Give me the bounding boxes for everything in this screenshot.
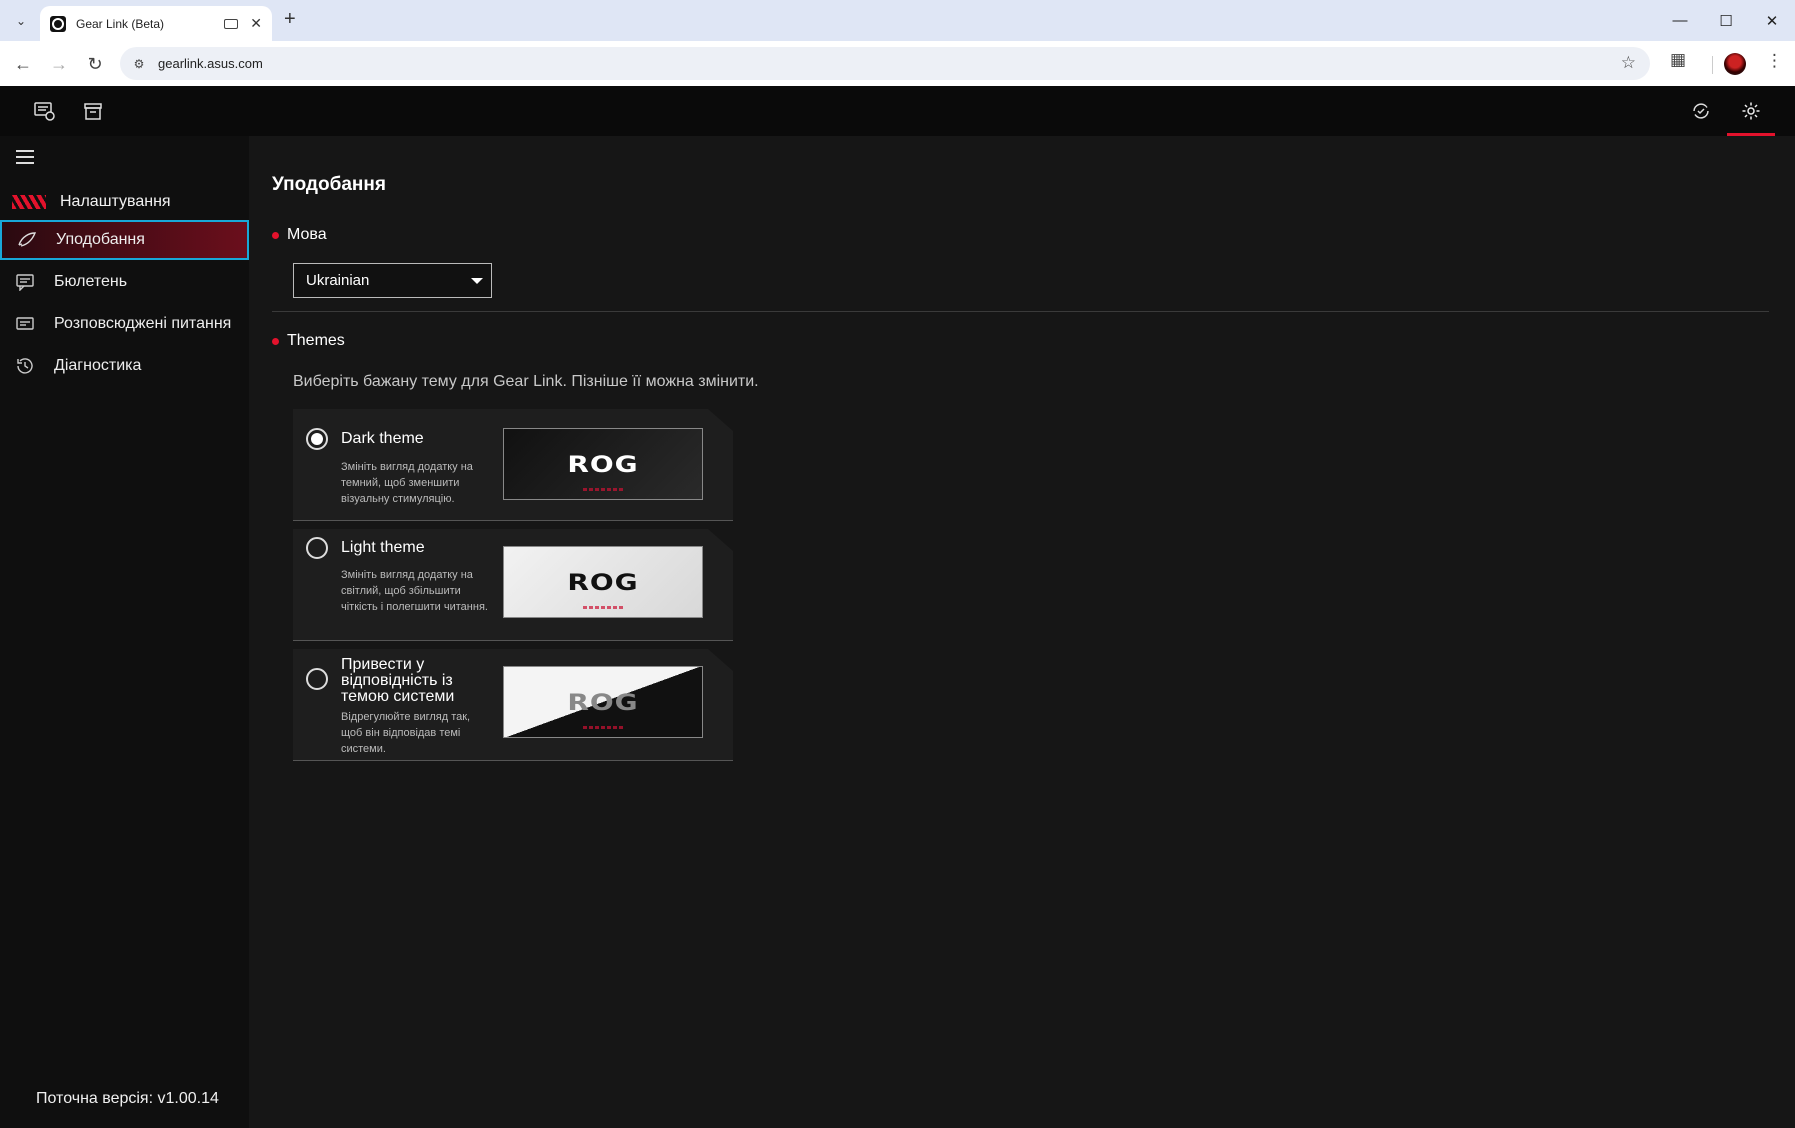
history-icon bbox=[14, 356, 36, 376]
reload-icon[interactable]: ↻ bbox=[82, 51, 108, 77]
tab-close-icon[interactable]: ✕ bbox=[250, 15, 262, 32]
main-content: Уподобання Мова Ukrainian Themes Виберіт… bbox=[249, 136, 1795, 1128]
sidebar-item-preferences[interactable]: Уподобання bbox=[0, 220, 249, 260]
rog-tagline-mark bbox=[583, 488, 623, 491]
minimize-icon[interactable]: — bbox=[1657, 0, 1703, 41]
rog-stripes-icon bbox=[12, 195, 46, 209]
theme-name: Dark theme bbox=[341, 430, 424, 447]
section-divider bbox=[272, 311, 1769, 312]
theme-name: Привести у відповідність із темою систем… bbox=[341, 656, 455, 705]
brush-icon bbox=[16, 230, 38, 250]
themes-section-label: Themes bbox=[272, 332, 345, 350]
sidebar-item-faq[interactable]: Розповсюджені питання bbox=[0, 304, 249, 344]
browser-menu-icon[interactable]: ⋮ bbox=[1766, 51, 1783, 71]
address-bar[interactable]: ⚙ gearlink.asus.com ☆ bbox=[120, 47, 1650, 80]
sidebar-item-diagnostics[interactable]: Діагностика bbox=[0, 346, 249, 386]
app-header bbox=[0, 86, 1795, 136]
new-tab-button[interactable]: + bbox=[284, 8, 296, 31]
device-manager-icon[interactable] bbox=[33, 99, 57, 123]
rog-tagline-mark bbox=[583, 726, 623, 729]
forward-arrow-icon[interactable]: → bbox=[46, 51, 72, 77]
red-bullet-icon bbox=[272, 231, 279, 239]
tab-search-icon[interactable]: ⌄ bbox=[10, 10, 32, 32]
sidebar-item-label: Діагностика bbox=[54, 357, 142, 374]
dropdown-caret-icon bbox=[471, 278, 483, 284]
close-window-icon[interactable]: ✕ bbox=[1749, 0, 1795, 41]
theme-name: Light theme bbox=[341, 539, 425, 556]
rog-logo: ROG bbox=[567, 688, 639, 716]
light-theme-preview: ROG bbox=[503, 546, 703, 618]
tab-media-icon[interactable] bbox=[224, 18, 239, 29]
language-section-label: Мова bbox=[272, 226, 327, 244]
dark-theme-preview: ROG bbox=[503, 428, 703, 500]
message-icon bbox=[14, 272, 36, 292]
rog-tagline-mark bbox=[583, 606, 623, 609]
theme-option-system[interactable]: Привести у відповідність із темою систем… bbox=[293, 649, 733, 761]
page-title: Уподобання bbox=[272, 174, 386, 195]
themes-label: Themes bbox=[287, 332, 345, 349]
window-controls: — ☐ ✕ bbox=[1657, 0, 1795, 41]
extensions-icon[interactable]: ▦ bbox=[1670, 50, 1686, 70]
current-version: Поточна версія: v1.00.14 bbox=[36, 1090, 219, 1107]
browser-tab[interactable]: Gear Link (Beta) ✕ bbox=[40, 6, 272, 41]
language-label: Мова bbox=[287, 226, 327, 243]
browser-toolbar: ← → ↻ ⚙ gearlink.asus.com ☆ bbox=[0, 41, 1795, 86]
back-arrow-icon[interactable]: ← bbox=[10, 51, 36, 77]
hamburger-menu-icon[interactable] bbox=[16, 150, 34, 168]
theme-option-dark[interactable]: Dark theme Змініть вигляд додатку на тем… bbox=[293, 409, 733, 521]
theme-description: Змініть вигляд додатку на темний, щоб зм… bbox=[341, 461, 473, 505]
theme-description: Відрегулюйте вигляд так, щоб він відпові… bbox=[341, 711, 471, 755]
browser-tabstrip: ⌄ Gear Link (Beta) ✕ + — ☐ ✕ bbox=[0, 0, 1795, 41]
gear-link-favicon-icon bbox=[50, 15, 66, 32]
bookmark-star-icon[interactable]: ☆ bbox=[1621, 53, 1636, 73]
language-selected-value: Ukrainian bbox=[306, 272, 370, 289]
themes-description: Виберіть бажану тему для Gear Link. Пізн… bbox=[293, 373, 759, 390]
theme-radio-light[interactable] bbox=[306, 537, 328, 559]
store-icon[interactable] bbox=[81, 99, 105, 123]
tab-title: Gear Link (Beta) bbox=[76, 16, 165, 31]
faq-icon bbox=[14, 314, 36, 334]
update-check-icon[interactable] bbox=[1689, 99, 1713, 123]
sidebar-item-bulletin[interactable]: Бюлетень bbox=[0, 262, 249, 302]
sidebar: Налаштування Уподобання Бюлетень Розповс… bbox=[0, 136, 249, 1128]
site-info-icon[interactable]: ⚙ bbox=[128, 53, 150, 75]
rog-logo: ROG bbox=[567, 450, 639, 478]
rog-logo: ROG bbox=[567, 568, 639, 596]
toolbar-separator bbox=[1712, 56, 1713, 74]
theme-option-light[interactable]: Light theme Змініть вигляд додатку на св… bbox=[293, 529, 733, 641]
maximize-icon[interactable]: ☐ bbox=[1703, 0, 1749, 41]
profile-avatar[interactable] bbox=[1724, 53, 1746, 75]
url-text[interactable]: gearlink.asus.com bbox=[158, 56, 263, 71]
theme-radio-system[interactable] bbox=[306, 668, 328, 690]
sidebar-item-label: Бюлетень bbox=[54, 273, 128, 290]
settings-section-header: Налаштування bbox=[12, 187, 171, 217]
theme-radio-dark[interactable] bbox=[306, 428, 328, 450]
theme-description: Змініть вигляд додатку на світлий, щоб з… bbox=[341, 569, 488, 613]
system-theme-preview: ROG bbox=[503, 666, 703, 738]
settings-section-label: Налаштування bbox=[60, 193, 171, 210]
language-select[interactable]: Ukrainian bbox=[293, 263, 492, 298]
red-bullet-icon bbox=[272, 337, 279, 345]
sidebar-item-label: Розповсюджені питання bbox=[54, 315, 232, 332]
sidebar-item-label: Уподобання bbox=[56, 231, 145, 248]
settings-gear-icon[interactable] bbox=[1727, 86, 1775, 136]
